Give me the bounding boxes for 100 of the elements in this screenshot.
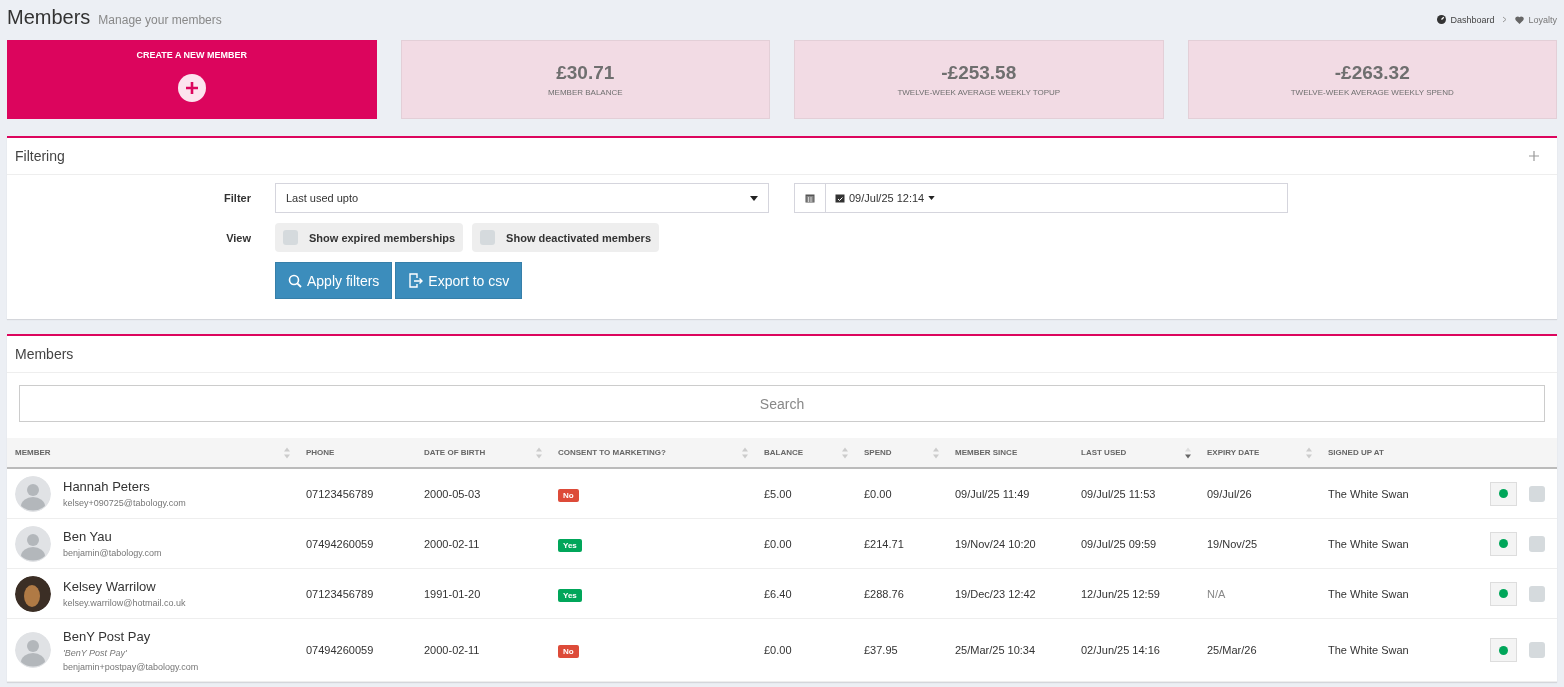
consent-badge: No <box>558 488 579 502</box>
table-cell: 09/Jul/25 11:49 <box>947 468 1073 519</box>
table-cell: £6.40 <box>756 568 856 619</box>
consent-badge: No <box>558 645 579 658</box>
create-member-card[interactable]: CREATE A NEW MEMBER <box>7 40 377 119</box>
plus-circle-icon <box>177 74 206 102</box>
heart-icon <box>1515 15 1525 24</box>
column-header[interactable]: SPEND <box>856 438 947 468</box>
table-cell: 07494260059 <box>298 618 416 682</box>
panel-title: Filtering <box>15 148 65 164</box>
row-checkbox[interactable] <box>1529 642 1545 658</box>
sort-icon[interactable] <box>742 446 748 459</box>
table-cell: £5.00 <box>756 468 856 519</box>
sort-descending-icon[interactable] <box>1185 446 1191 459</box>
table-cell: 09/Jul/25 09:59 <box>1073 518 1199 569</box>
table-cell: £214.71 <box>856 518 947 569</box>
table-cell: 25/Mar/25 10:34 <box>947 618 1073 682</box>
table-cell: 09/Jul/26 <box>1199 468 1320 519</box>
member-email: benjamin+postpay@tabology.com <box>63 661 199 672</box>
action-button[interactable]: Export to csv <box>395 262 523 299</box>
status-button[interactable] <box>1490 638 1517 662</box>
member-name[interactable]: Ben Yau <box>63 529 162 544</box>
member-email: kelsey+090725@tabology.com <box>63 498 186 508</box>
avatar-icon <box>15 475 51 512</box>
table-cell: 19/Dec/23 12:42 <box>947 568 1073 619</box>
sort-icon[interactable] <box>284 446 290 459</box>
member-email: benjamin@tabology.com <box>63 548 162 558</box>
row-checkbox[interactable] <box>1529 585 1545 602</box>
column-header[interactable]: PHONE <box>298 438 416 468</box>
field-label: View <box>225 231 252 244</box>
column-header[interactable]: EXPIRY DATE <box>1199 438 1320 468</box>
stat-label: TWELVE-WEEK AVERAGE WEEKLY TOPUP <box>897 88 1061 97</box>
member-name[interactable]: BenY Post Pay <box>63 628 199 644</box>
table-cell: £0.00 <box>756 618 856 682</box>
table-cell: 19/Nov/24 10:20 <box>947 518 1073 569</box>
action-button[interactable]: Apply filters <box>275 262 393 299</box>
search-field[interactable]: Search <box>19 385 1545 422</box>
page-subtitle: Manage your members <box>98 13 222 27</box>
sort-icon[interactable] <box>933 446 939 459</box>
caret-icon <box>928 196 936 200</box>
page-title: Members <box>7 6 91 29</box>
table-cell: £0.00 <box>756 518 856 569</box>
table-cell: The White Swan <box>1320 518 1454 569</box>
member-name[interactable]: Hannah Peters <box>63 479 186 494</box>
table-cell: 07123456789 <box>298 568 416 619</box>
consent-badge: Yes <box>558 538 582 552</box>
consent-badge: Yes <box>558 588 582 602</box>
table-cell: The White Swan <box>1320 568 1454 619</box>
dashboard-icon <box>1437 15 1447 24</box>
table-cell: 07123456789 <box>298 468 416 519</box>
avatar-icon <box>15 525 51 562</box>
column-header[interactable]: MEMBER SINCE <box>947 438 1073 468</box>
row-checkbox[interactable] <box>1529 535 1545 552</box>
calendar-check-icon <box>835 193 845 203</box>
table-cell: 25/Mar/26 <box>1199 618 1320 682</box>
checkbox[interactable] <box>480 230 496 245</box>
column-header[interactable]: BALANCE <box>756 438 856 468</box>
status-button[interactable] <box>1490 581 1517 606</box>
table-cell: N/A <box>1199 568 1320 619</box>
row-checkbox[interactable] <box>1529 485 1545 502</box>
status-button[interactable] <box>1490 531 1517 556</box>
column-header[interactable]: CONSENT TO MARKETING? <box>550 438 756 468</box>
table-cell: The White Swan <box>1320 618 1454 682</box>
stat-label: TWELVE-WEEK AVERAGE WEEKLY SPEND <box>1290 88 1454 97</box>
member-email: kelsey.warrilow@hotmail.co.uk <box>63 598 186 608</box>
panel-title: Members <box>15 346 74 362</box>
status-button[interactable] <box>1490 481 1517 506</box>
file-export-icon <box>408 273 424 288</box>
sort-icon[interactable] <box>1306 446 1312 459</box>
table-cell: 02/Jun/25 14:16 <box>1073 618 1199 682</box>
date-field[interactable]: 09/Jul/25 12:14 <box>794 183 1288 213</box>
sort-icon[interactable] <box>842 446 848 459</box>
table-cell: 1991-01-20 <box>416 568 550 619</box>
table-cell: 2000-02-11 <box>416 618 550 682</box>
filter-dropdown[interactable]: Last used upto <box>275 183 769 213</box>
caret-icon <box>750 195 758 201</box>
table-cell: £288.76 <box>856 568 947 619</box>
member-name[interactable]: Kelsey Warrilow <box>63 579 186 594</box>
column-header[interactable]: DATE OF BIRTH <box>416 438 550 468</box>
table-cell: 19/Nov/25 <box>1199 518 1320 569</box>
date-value: 09/Jul/25 12:14 <box>849 192 925 204</box>
breadcrumb-link[interactable]: Loyalty <box>1515 14 1557 25</box>
table-cell: The White Swan <box>1320 468 1454 519</box>
toggle-option[interactable]: Show expired memberships <box>275 223 464 252</box>
breadcrumb-link[interactable]: Dashboard <box>1437 14 1495 25</box>
plus-icon[interactable] <box>1529 151 1539 161</box>
checkbox[interactable] <box>283 230 298 245</box>
stat-value: -£253.58 <box>941 62 1017 84</box>
sort-icon[interactable] <box>536 446 542 459</box>
member-nickname: 'BenY Post Pay' <box>63 647 128 658</box>
field-label: Filter <box>223 192 252 204</box>
table-cell: 2000-02-11 <box>416 518 550 569</box>
stat-value: £30.71 <box>556 62 615 84</box>
column-header[interactable]: SIGNED UP AT <box>1320 438 1454 468</box>
avatar-icon <box>15 632 51 668</box>
toggle-option[interactable]: Show deactivated members <box>472 223 659 252</box>
search-icon <box>288 273 302 288</box>
column-header[interactable]: MEMBER <box>7 438 298 468</box>
stat-label: MEMBER BALANCE <box>547 88 623 97</box>
column-header[interactable]: LAST USED <box>1073 438 1199 468</box>
